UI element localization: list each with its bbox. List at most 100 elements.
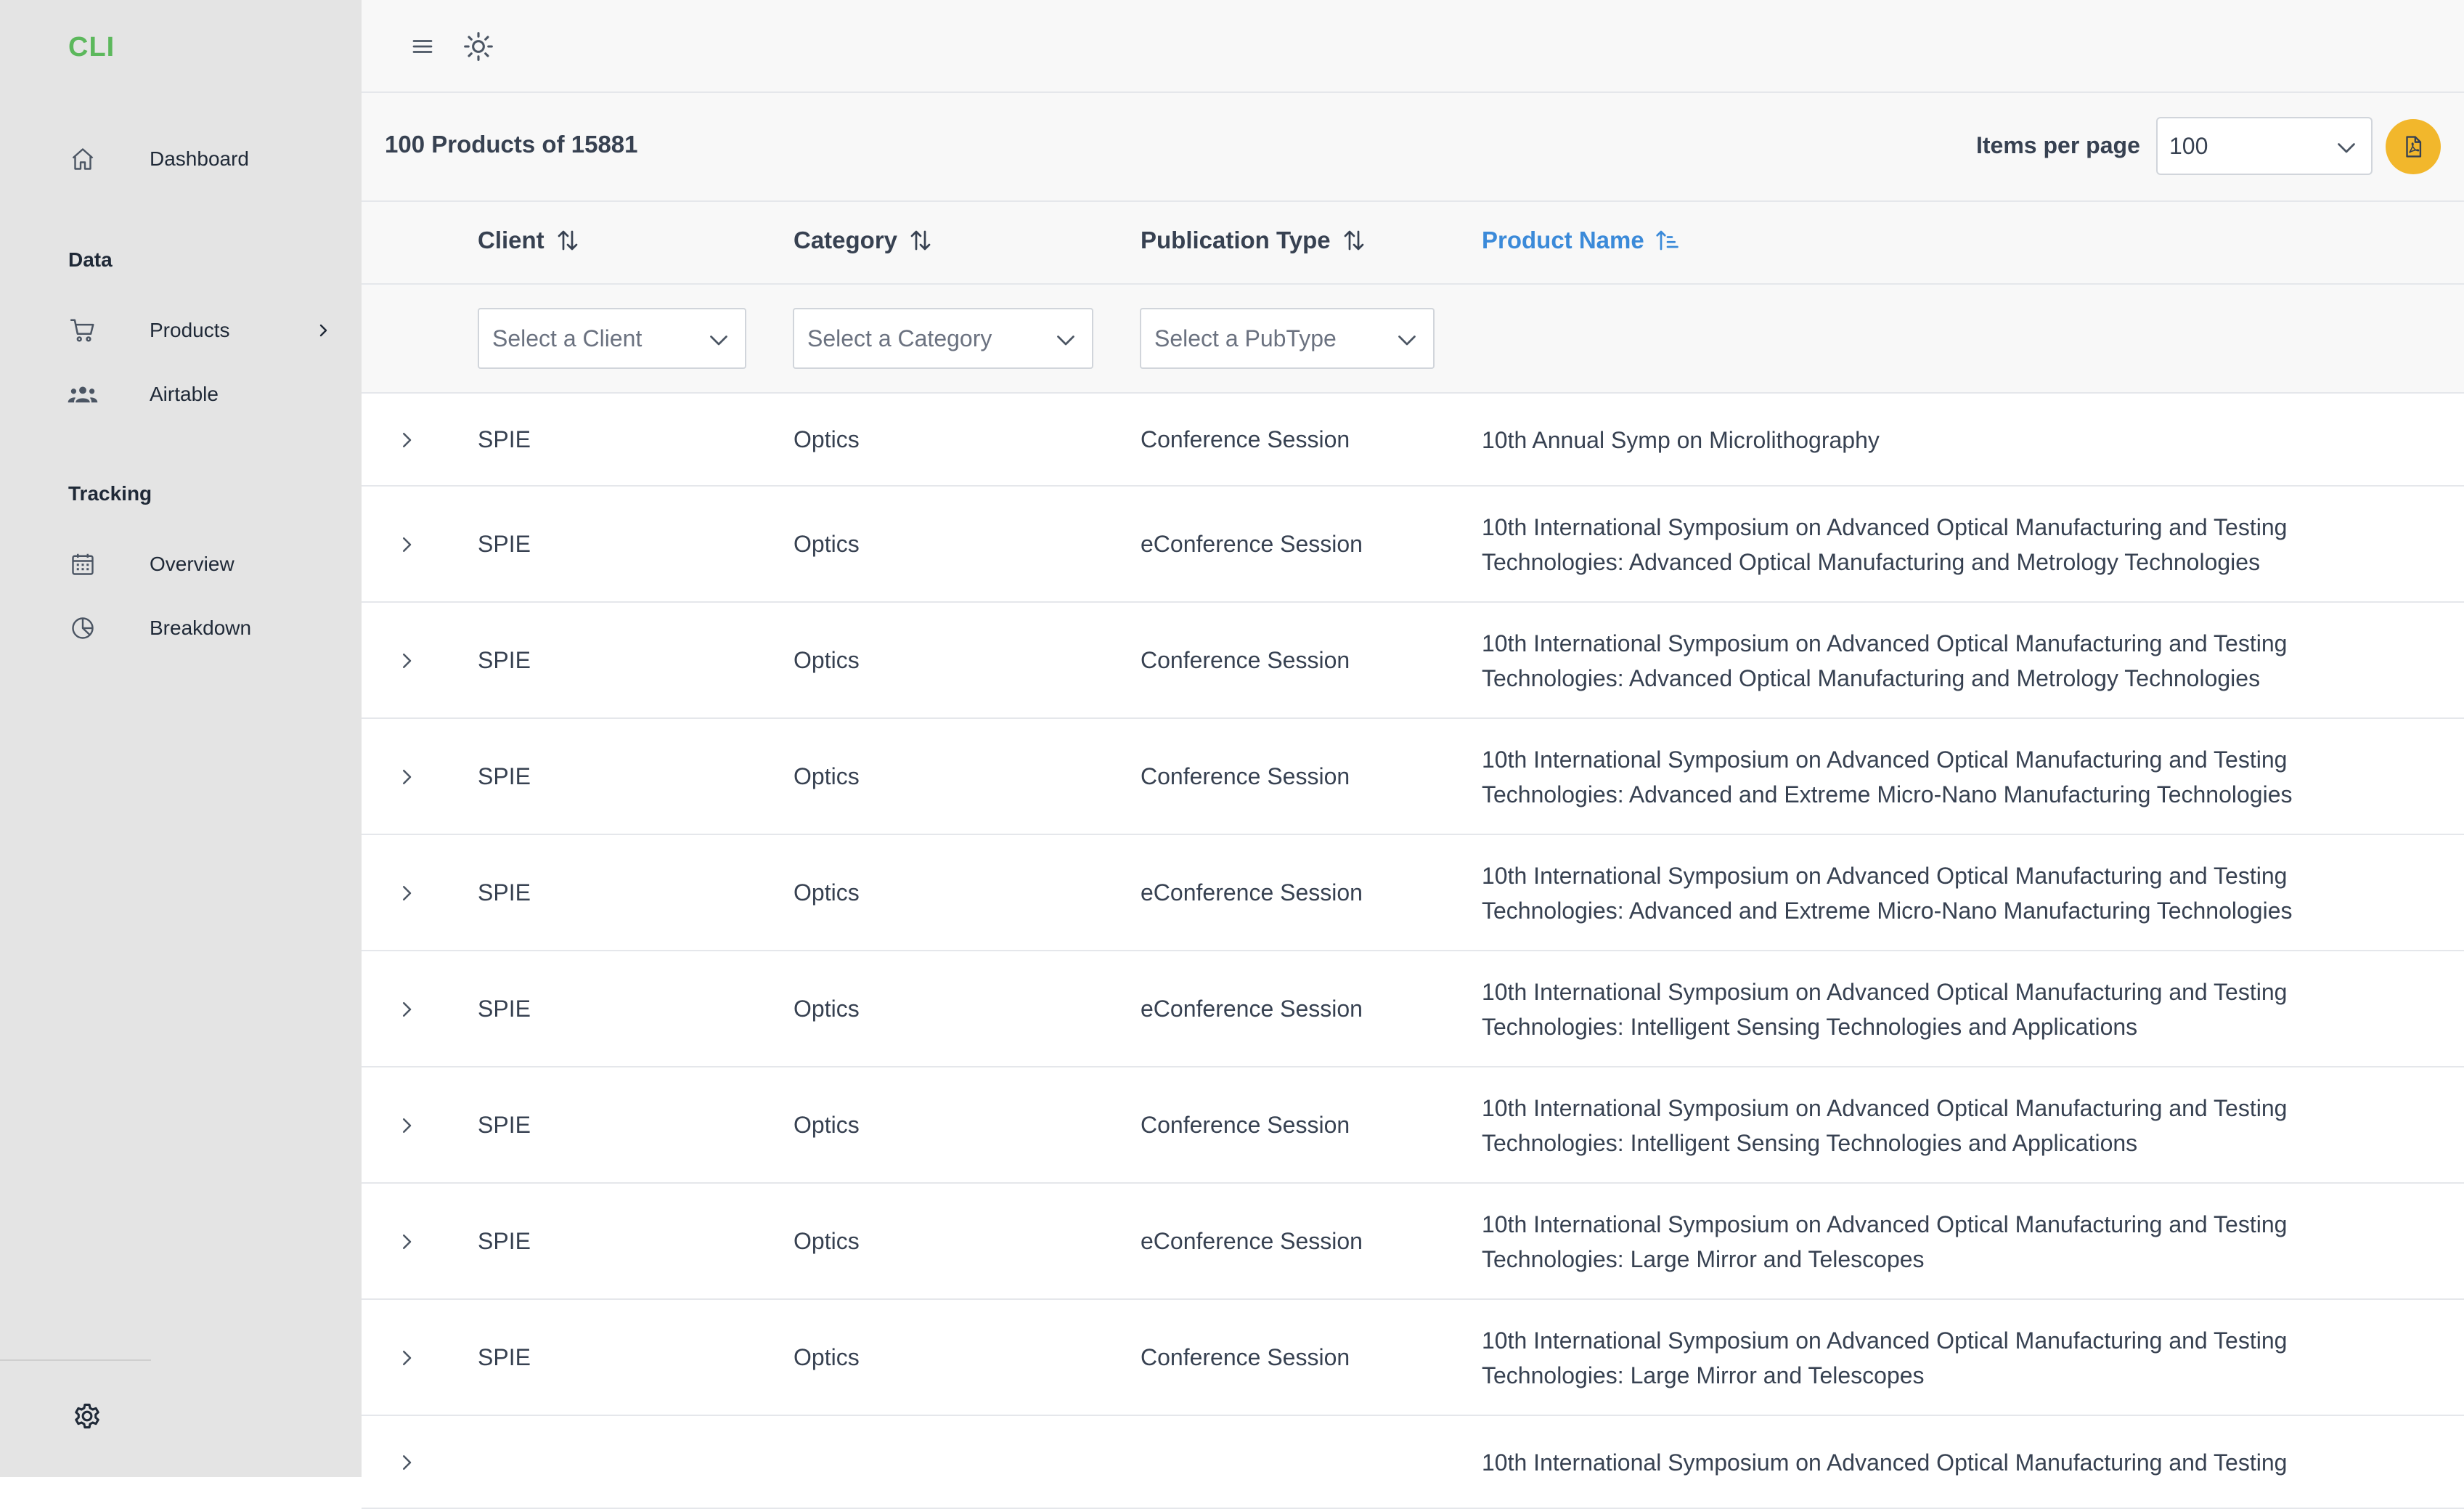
table-row[interactable]: SPIE Optics Conference Session 10th Annual … [362,394,2464,487]
product-name-line: 10th International Symposium on Advanced… [1482,630,2288,656]
sidebar-item-products[interactable]: Products [0,305,362,356]
table-toolbar: 100 Products of 15881 Items per page 100 [362,93,2464,202]
client-filter-select[interactable]: Select a Client [478,308,746,369]
chevron-right-icon[interactable] [392,1227,421,1256]
home-icon [67,143,99,175]
items-per-page-label: Items per page [1976,132,2140,158]
cell-product-name: 10th International Symposium on Advanced… [1482,975,2426,1044]
pdf-icon [2401,134,2426,159]
cell-pubtype: Conference Session [1141,647,1350,673]
app-logo[interactable]: CLI [68,32,115,63]
hamburger-icon[interactable] [402,26,443,67]
cell-client: SPIE [478,647,531,673]
product-name-line: 10th International Symposium on Advanced… [1482,514,2288,540]
table-header: Client Category Publication Type Product… [362,202,2464,285]
sidebar-item-airtable[interactable]: Airtable [0,369,362,420]
table-body: SPIE Optics Conference Session 10th Annual … [362,394,2464,1509]
chevron-right-icon[interactable] [392,1111,421,1140]
category-filter-select[interactable]: Select a Category [793,308,1093,369]
sort-ascending-icon[interactable] [1655,227,1681,253]
column-header-label: Client [478,227,544,253]
sidebar-divider [0,1359,151,1361]
cell-product-name: 10th International Symposium on Advanced… [1482,1207,2426,1277]
sidebar-item-overview[interactable]: Overview [0,539,362,590]
cart-icon [67,314,99,346]
column-header-product-name[interactable]: Product Name [1482,227,1681,254]
sidebar-item-breakdown[interactable]: Breakdown [0,603,362,654]
table-row[interactable]: SPIE Optics Conference Session 10th Interna… [362,603,2464,719]
product-name-line: Technologies: Large Mirror and Telescope… [1482,1246,1925,1272]
chevron-right-icon[interactable] [392,530,421,559]
cell-pubtype: eConference Session [1141,996,1363,1022]
chevron-right-icon[interactable] [392,762,421,792]
cell-client: SPIE [478,763,531,789]
export-pdf-button[interactable] [2386,119,2441,174]
cell-pubtype: eConference Session [1141,531,1363,557]
cell-pubtype: Conference Session [1141,426,1350,452]
result-count: 100 Products of 15881 [385,131,638,158]
sidebar-item-label: Dashboard [150,147,249,170]
chevron-right-icon[interactable] [392,426,421,455]
chevron-right-icon[interactable] [392,879,421,908]
items-per-page-select[interactable]: 100 [2156,117,2373,175]
chevron-right-icon [312,320,334,341]
sidebar-item-label: Airtable [150,383,219,405]
table-row[interactable]: SPIE Optics Conference Session 10th Interna… [362,1300,2464,1416]
sidebar-item-label: Breakdown [150,617,252,639]
cell-pubtype: Conference Session [1141,763,1350,789]
product-name-line: 10th International Symposium on Advanced… [1482,979,2288,1005]
table-row[interactable]: SPIE Optics eConference Session 10th Intern… [362,835,2464,951]
items-per-page-value: 100 [2169,133,2208,159]
pubtype-filter-placeholder: Select a PubType [1154,325,1337,351]
chevron-right-icon[interactable] [392,1343,421,1372]
pie-chart-icon [67,612,99,644]
table-row[interactable]: SPIE Optics eConference Session 10th Intern… [362,1184,2464,1300]
cell-category: Optics [794,879,860,906]
sort-icon[interactable] [555,227,581,253]
chevron-down-icon [706,327,732,353]
cell-client: SPIE [478,879,531,906]
sidebar-item-dashboard[interactable]: Dashboard [0,134,362,184]
product-name-line: Technologies: Advanced Optical Manufactu… [1482,665,2261,691]
product-name-line: Technologies: Advanced Optical Manufactu… [1482,549,2261,575]
cell-category: Optics [794,1112,860,1138]
cell-client: SPIE [478,1344,531,1370]
cell-product-name: 10th International Symposium on Advanced… [1482,626,2426,696]
chevron-right-icon[interactable] [392,995,421,1024]
sidebar: CLI Dashboard Data Products Airtable Tra… [0,0,362,1477]
cell-client: SPIE [478,426,531,452]
column-header-label: Product Name [1482,227,1644,253]
table-row[interactable]: SPIE Optics eConference Session 10th Intern… [362,487,2464,603]
column-header-category[interactable]: Category [794,227,934,254]
sort-icon[interactable] [1341,227,1367,253]
column-header-client[interactable]: Client [478,227,581,254]
product-name-line: Technologies: Intelligent Sensing Techno… [1482,1014,2138,1040]
chevron-down-icon [2333,134,2359,160]
product-name-line: Technologies: Large Mirror and Telescope… [1482,1362,1925,1388]
sidebar-item-label: Overview [150,553,234,575]
cell-client: SPIE [478,531,531,557]
table-row[interactable]: SPIE Optics Conference Session 10th Interna… [362,719,2464,835]
product-name-line: 10th International Symposium on Advanced… [1482,863,2288,889]
cell-client: SPIE [478,1112,531,1138]
pubtype-filter-select[interactable]: Select a PubType [1140,308,1435,369]
cell-client: SPIE [478,1228,531,1254]
column-header-publication-type[interactable]: Publication Type [1141,227,1367,254]
sun-icon[interactable] [458,26,499,67]
cell-category: Optics [794,763,860,789]
cell-category: Optics [794,1228,860,1254]
gear-icon[interactable] [67,1396,107,1436]
table-row[interactable]: SPIE Optics eConference Session 10th Intern… [362,951,2464,1067]
column-header-label: Category [794,227,898,253]
cell-category: Optics [794,531,860,557]
product-name-line: Technologies: Advanced and Extreme Micro… [1482,781,2293,808]
table-row[interactable]: 10th International Symposium on Advanced… [362,1416,2464,1509]
sort-icon[interactable] [907,227,934,253]
chevron-right-icon[interactable] [392,646,421,675]
cell-pubtype: Conference Session [1141,1112,1350,1138]
table-row[interactable]: SPIE Optics Conference Session 10th Interna… [362,1067,2464,1184]
chevron-right-icon[interactable] [392,1448,421,1477]
users-icon [67,378,99,410]
product-name-line: 10th Annual Symp on Microlithography [1482,427,1880,453]
section-title-data: Data [68,248,113,271]
